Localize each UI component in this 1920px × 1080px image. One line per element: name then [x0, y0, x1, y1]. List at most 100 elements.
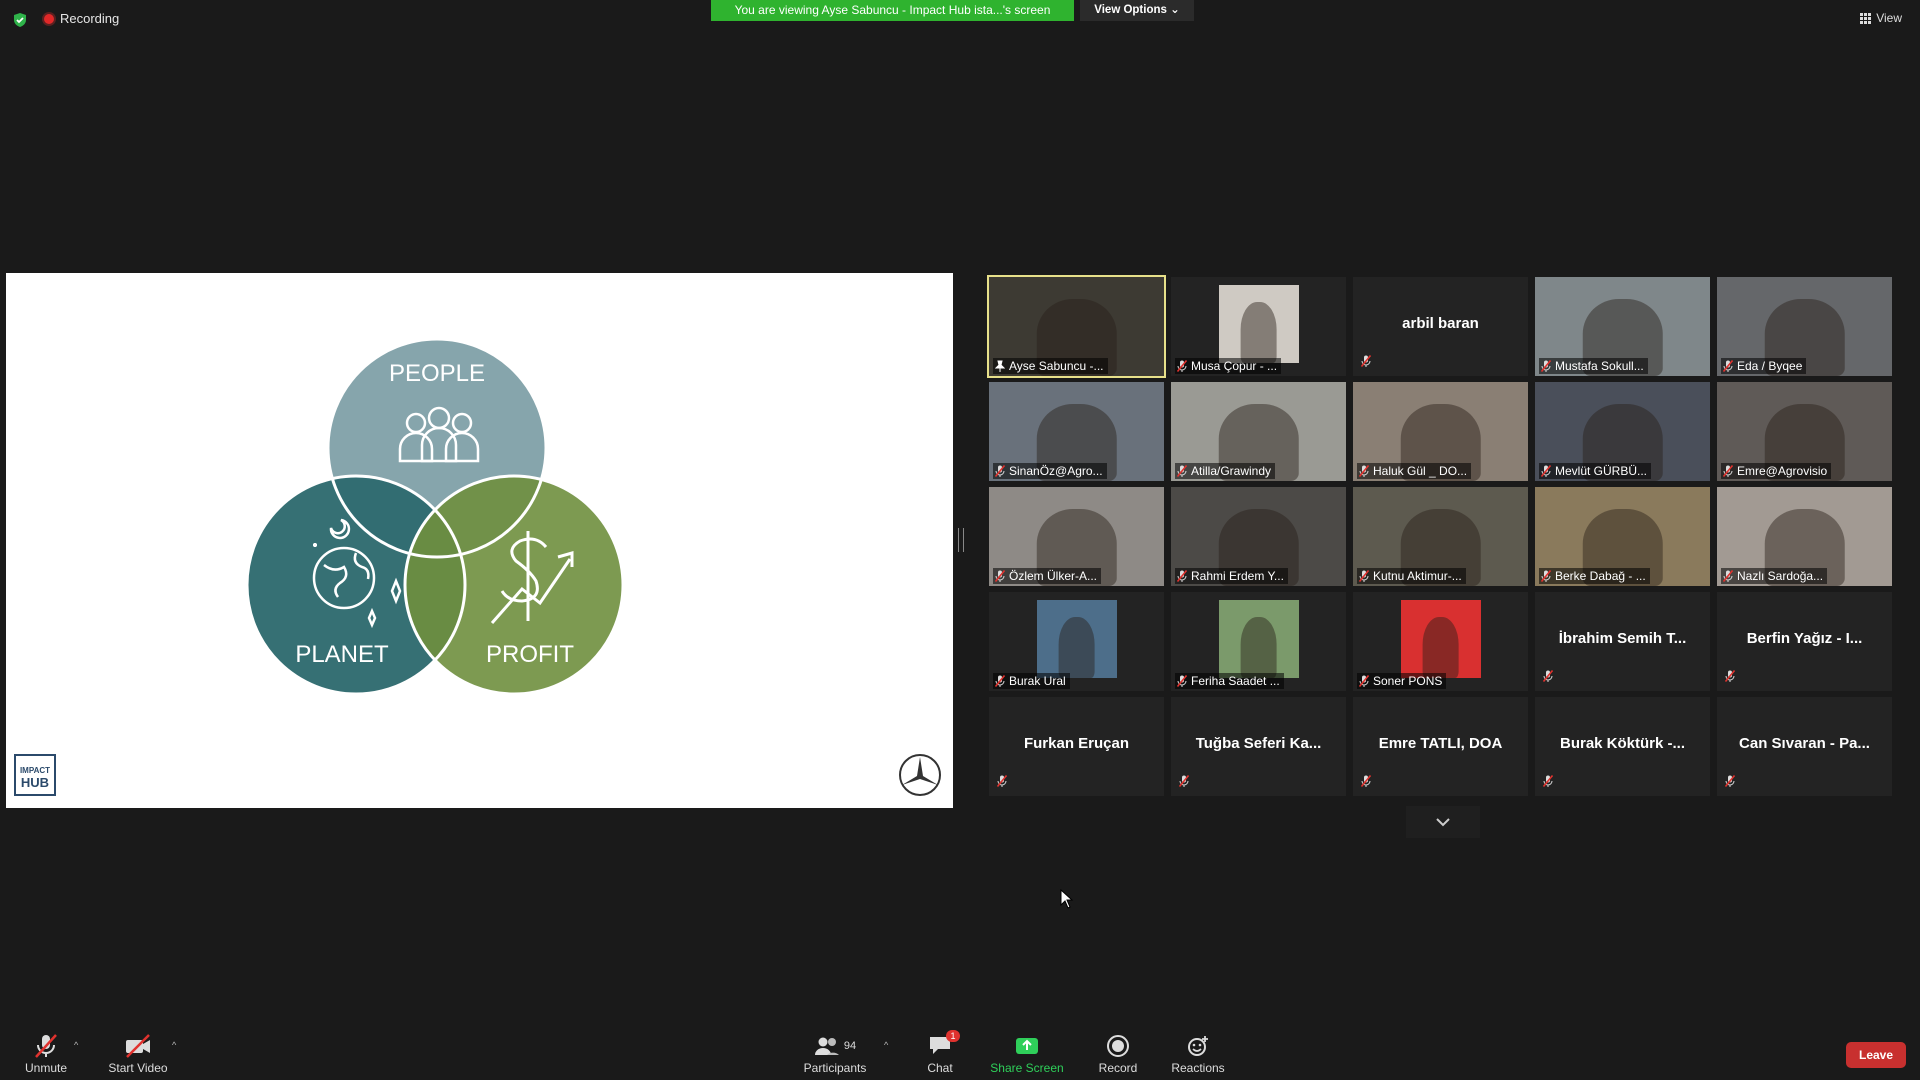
participants-options-caret[interactable]: ^	[884, 1040, 888, 1050]
participant-name-text: Kutnu Aktimur-...	[1373, 569, 1462, 583]
participant-tile[interactable]: Berke Dabağ - ...	[1535, 487, 1710, 586]
record-label: Record	[1098, 1061, 1138, 1075]
muted-indicator	[1543, 669, 1553, 687]
participant-tile[interactable]: arbil baran	[1353, 277, 1528, 376]
participant-name-center: İbrahim Semih T...	[1558, 630, 1687, 647]
muted-mic-icon	[1543, 670, 1553, 682]
grid-view-icon	[1860, 12, 1872, 24]
participant-name: Haluk Gül _ DO...	[1357, 463, 1472, 479]
participant-tile[interactable]: Mevlüt GÜRBÜ...	[1535, 382, 1710, 481]
record-button[interactable]: Record	[1094, 1031, 1142, 1075]
participant-name-center: Can Sıvaran - Pa...	[1739, 735, 1870, 752]
view-label: View	[1876, 11, 1902, 25]
video-camera-off-icon	[126, 1034, 150, 1058]
participant-name: Rahmi Erdem Y...	[1175, 568, 1288, 584]
participant-name: Mevlüt GÜRBÜ...	[1539, 463, 1652, 479]
participant-tile[interactable]: Atilla/Grawindy	[1171, 382, 1346, 481]
view-button[interactable]: View	[1860, 11, 1902, 25]
participant-tile[interactable]: Burak Ural	[989, 592, 1164, 691]
microphone-muted-icon	[35, 1034, 57, 1058]
muted-mic-icon	[1541, 360, 1551, 372]
participant-name-text: Eda / Byqee	[1737, 359, 1803, 373]
start-video-button[interactable]: Start Video	[106, 1031, 170, 1075]
security-shield-icon[interactable]	[12, 12, 28, 28]
muted-mic-icon	[1177, 570, 1187, 582]
participant-name: Özlem Ülker-A...	[993, 568, 1102, 584]
person-silhouette	[1058, 617, 1095, 678]
mouse-cursor-icon	[1060, 889, 1074, 909]
unmute-button[interactable]: Unmute	[18, 1031, 74, 1075]
muted-mic-icon	[1543, 775, 1553, 787]
share-screen-icon	[1016, 1038, 1038, 1054]
muted-mic-icon	[1725, 775, 1735, 787]
participant-name-text: Mustafa Sokull...	[1555, 359, 1644, 373]
chat-button[interactable]: 1 Chat	[920, 1029, 960, 1075]
muted-mic-icon	[1541, 465, 1551, 477]
reactions-button[interactable]: Reactions	[1170, 1031, 1226, 1075]
muted-indicator	[1543, 774, 1553, 792]
muted-mic-icon	[995, 570, 1005, 582]
muted-indicator	[1361, 354, 1371, 372]
participant-tile[interactable]: Burak Köktürk -...	[1535, 697, 1710, 796]
participant-tile[interactable]: Can Sıvaran - Pa...	[1717, 697, 1892, 796]
profit-label: PROFIT	[486, 641, 574, 668]
participant-name: Feriha Saadet ...	[1175, 673, 1284, 689]
participant-tile[interactable]: Furkan Eruçan	[989, 697, 1164, 796]
participant-tile[interactable]: Ayse Sabuncu -...	[987, 275, 1166, 378]
gallery-next-page-button[interactable]	[1406, 806, 1480, 838]
participant-tile[interactable]: SinanÖz@Agro...	[989, 382, 1164, 481]
video-options-caret[interactable]: ^	[172, 1040, 176, 1050]
participant-name: Emre@Agrovisio	[1721, 463, 1832, 479]
participant-tile[interactable]: Haluk Gül _ DO...	[1353, 382, 1528, 481]
audio-options-caret[interactable]: ^	[74, 1040, 78, 1050]
mercedes-star-logo	[899, 754, 941, 796]
muted-indicator	[1725, 774, 1735, 792]
participant-video-feed	[1400, 600, 1481, 678]
muted-mic-icon	[1177, 465, 1187, 477]
share-screen-button[interactable]: Share Screen	[990, 1031, 1064, 1075]
muted-mic-icon	[1361, 775, 1371, 787]
muted-mic-icon	[1359, 465, 1369, 477]
participants-button[interactable]: 94 Participants	[800, 1031, 870, 1075]
shared-screen-slide: PEOPLE PLANET PROFIT IMPACT HUB	[6, 273, 953, 808]
chevron-down-icon	[1436, 818, 1450, 827]
participant-name-text: Burak Ural	[1009, 674, 1066, 688]
participant-tile[interactable]: Özlem Ülker-A...	[989, 487, 1164, 586]
participant-tile[interactable]: Feriha Saadet ...	[1171, 592, 1346, 691]
participant-video-feed	[1218, 285, 1299, 363]
participant-tile[interactable]: Emre@Agrovisio	[1717, 382, 1892, 481]
muted-mic-icon	[1541, 570, 1551, 582]
split-view-resize-handle[interactable]	[958, 528, 964, 552]
participant-tile[interactable]: Berfin Yağız - I...	[1717, 592, 1892, 691]
muted-mic-icon	[1723, 570, 1733, 582]
muted-mic-icon	[997, 775, 1007, 787]
participant-tile[interactable]: Soner PONS	[1353, 592, 1528, 691]
participant-tile[interactable]: Nazlı Sardoğa...	[1717, 487, 1892, 586]
participant-name-text: Feriha Saadet ...	[1191, 674, 1280, 688]
participant-name-text: SinanÖz@Agro...	[1009, 464, 1103, 478]
participant-tile[interactable]: Rahmi Erdem Y...	[1171, 487, 1346, 586]
leave-meeting-button[interactable]: Leave	[1846, 1042, 1906, 1068]
participant-tile[interactable]: İbrahim Semih T...	[1535, 592, 1710, 691]
participant-name: Kutnu Aktimur-...	[1357, 568, 1466, 584]
muted-mic-icon	[1361, 355, 1371, 367]
participant-tile[interactable]: Kutnu Aktimur-...	[1353, 487, 1528, 586]
muted-mic-icon	[1179, 775, 1189, 787]
recording-indicator[interactable]: Recording	[44, 11, 119, 26]
participant-name-center: Furkan Eruçan	[1023, 735, 1130, 752]
start-video-label: Start Video	[108, 1061, 168, 1075]
participant-tile[interactable]: Emre TATLI, DOA	[1353, 697, 1528, 796]
participant-name-text: Musa Çopur - ...	[1191, 359, 1278, 373]
participant-tile[interactable]: Tuğba Seferi Ka...	[1171, 697, 1346, 796]
participant-tile[interactable]: Mustafa Sokull...	[1535, 277, 1710, 376]
participant-name-center: arbil baran	[1402, 315, 1479, 332]
people-label: PEOPLE	[389, 360, 485, 387]
svg-text:IMPACT: IMPACT	[20, 766, 50, 775]
view-options-button[interactable]: View Options ⌄	[1080, 0, 1194, 21]
muted-mic-icon	[1359, 675, 1369, 687]
participant-tile[interactable]: Musa Çopur - ...	[1171, 277, 1346, 376]
chat-label: Chat	[927, 1061, 953, 1075]
participant-name: Nazlı Sardoğa...	[1721, 568, 1828, 584]
muted-mic-icon	[1725, 670, 1735, 682]
participant-tile[interactable]: Eda / Byqee	[1717, 277, 1892, 376]
